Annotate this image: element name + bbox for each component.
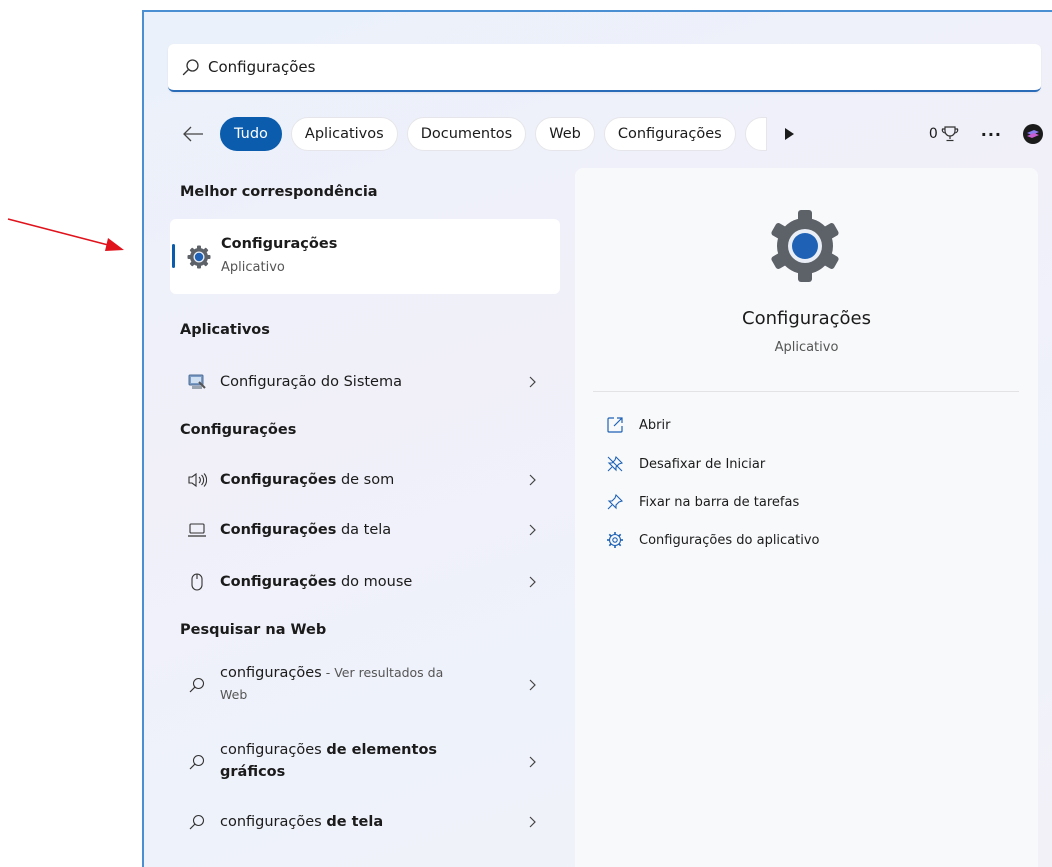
filter-configuracoes[interactable]: Configurações <box>603 117 736 151</box>
best-match-item[interactable]: Configurações Aplicativo <box>170 219 560 294</box>
setting-mouse[interactable]: Configurações do mouse <box>170 562 560 602</box>
best-match-title: Configurações <box>221 236 338 252</box>
action-label: Abrir <box>639 417 671 433</box>
best-match-subtitle: Aplicativo <box>221 260 285 275</box>
search-input-value[interactable]: Configurações <box>208 58 315 76</box>
gear-outline-icon <box>605 530 625 550</box>
filter-documentos[interactable]: Documentos <box>406 117 527 151</box>
action-fixar[interactable]: Fixar na barra de tarefas <box>605 489 799 515</box>
filter-bar: Tudo Aplicativos Documentos Web Configur… <box>178 116 1052 152</box>
setting-som-bold: Configurações <box>220 472 337 488</box>
web-result-1-text: configurações - Ver resultados da Web <box>220 662 443 706</box>
rewards-points[interactable]: 0 <box>929 125 959 143</box>
setting-tela-bold: Configurações <box>220 522 337 538</box>
setting-tela-label: Configurações da tela <box>220 522 391 538</box>
search-icon <box>186 751 208 773</box>
setting-mouse-label: Configurações do mouse <box>220 574 412 590</box>
back-arrow-icon <box>183 126 203 142</box>
setting-som-label: Configurações de som <box>220 472 394 488</box>
scroll-filters-right-icon[interactable] <box>781 126 797 142</box>
action-label: Desafixar de Iniciar <box>639 456 766 472</box>
search-icon <box>186 811 208 833</box>
chevron-right-icon <box>529 376 536 388</box>
web-result-3-query: configurações <box>220 814 327 830</box>
filter-aplicativos[interactable]: Aplicativos <box>290 117 398 151</box>
app-label: Configuração do Sistema <box>220 374 402 390</box>
action-configuracoes-app[interactable]: Configurações do aplicativo <box>605 527 820 553</box>
search-icon <box>186 674 208 696</box>
rewards-points-value: 0 <box>928 126 938 142</box>
web-result-2-query: configurações <box>220 742 327 758</box>
chevron-right-icon <box>529 756 536 768</box>
more-options-button[interactable]: ··· <box>981 125 1002 144</box>
web-result-3-bold: de tela <box>326 814 384 830</box>
setting-som-rest: de som <box>336 472 395 488</box>
section-best-match: Melhor correspondência <box>180 184 378 200</box>
selection-indicator <box>172 244 175 268</box>
web-result-2-line2: gráficos <box>220 764 286 780</box>
web-result-2-text: configurações de elementos gráficos <box>220 739 437 783</box>
web-result-1[interactable]: configurações - Ver resultados da Web <box>170 656 560 712</box>
mouse-icon <box>186 571 208 593</box>
action-abrir[interactable]: Abrir <box>605 412 670 438</box>
laptop-icon <box>186 519 208 541</box>
action-label: Configurações do aplicativo <box>639 532 820 548</box>
web-result-1-query: configurações <box>220 665 322 681</box>
open-external-icon <box>605 415 625 435</box>
chevron-right-icon <box>529 576 536 588</box>
chevron-right-icon <box>529 816 536 828</box>
filter-web[interactable]: Web <box>535 117 595 151</box>
action-label: Fixar na barra de tarefas <box>639 494 800 510</box>
section-settings: Configurações <box>180 422 297 438</box>
action-desafixar[interactable]: Desafixar de Iniciar <box>605 451 765 477</box>
detail-title: Configurações <box>742 308 871 329</box>
web-result-2-bold: de elementos <box>326 742 438 758</box>
setting-tela-rest: da tela <box>336 522 392 538</box>
unpin-icon <box>605 454 625 474</box>
start-search-panel: Configurações Tudo Aplicativos Documento… <box>142 10 1052 867</box>
toolbar-right: 0 ··· <box>929 116 1044 152</box>
setting-mouse-bold: Configurações <box>220 574 337 590</box>
setting-tela[interactable]: Configurações da tela <box>170 510 560 550</box>
settings-app-icon <box>187 245 211 269</box>
user-avatar-icon[interactable] <box>1022 123 1044 145</box>
trophy-icon <box>941 126 959 142</box>
settings-app-large-icon <box>771 210 839 282</box>
speaker-icon <box>186 469 208 491</box>
annotation-arrow <box>7 218 124 251</box>
section-web: Pesquisar na Web <box>180 622 327 638</box>
web-result-3[interactable]: configurações de tela <box>170 802 560 842</box>
pin-icon <box>605 492 625 512</box>
back-button[interactable] <box>178 119 208 149</box>
setting-som[interactable]: Configurações de som <box>170 460 560 500</box>
app-configuracao-do-sistema[interactable]: Configuração do Sistema <box>170 362 560 402</box>
search-icon <box>182 59 199 76</box>
web-result-2[interactable]: configurações de elementos gráficos <box>170 733 560 789</box>
setting-mouse-rest: do mouse <box>336 574 413 590</box>
detail-divider <box>593 391 1019 392</box>
detail-kind: Aplicativo <box>774 340 839 355</box>
filter-tudo[interactable]: Tudo <box>220 117 282 151</box>
chevron-right-icon <box>529 474 536 486</box>
chevron-right-icon <box>529 679 536 691</box>
detail-pane: Configurações Aplicativo Abrir Desafixar… <box>575 168 1038 867</box>
section-apps: Aplicativos <box>180 322 270 338</box>
search-box[interactable]: Configurações <box>168 44 1041 92</box>
web-result-1-line2: Web <box>220 687 248 702</box>
system-config-icon <box>186 371 208 393</box>
web-result-1-suffix: - Ver resultados da <box>321 665 444 680</box>
chevron-right-icon <box>529 524 536 536</box>
web-result-3-text: configurações de tela <box>220 814 383 830</box>
filter-more-partial[interactable] <box>744 117 767 151</box>
